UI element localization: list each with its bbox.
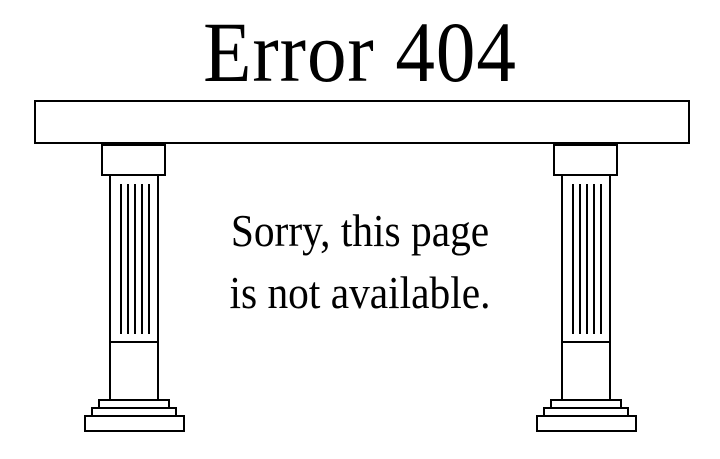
error-page: Error 404 Sorry, this page is not availa… xyxy=(0,0,720,459)
error-message-line-2: is not available. xyxy=(229,267,491,318)
page-title: Error 404 xyxy=(203,4,517,100)
temple-beam xyxy=(34,100,690,144)
error-message-line-1: Sorry, this page xyxy=(230,205,490,256)
right-column xyxy=(536,144,637,432)
error-message: Sorry, this page is not available. xyxy=(198,200,522,324)
left-column xyxy=(84,144,185,432)
